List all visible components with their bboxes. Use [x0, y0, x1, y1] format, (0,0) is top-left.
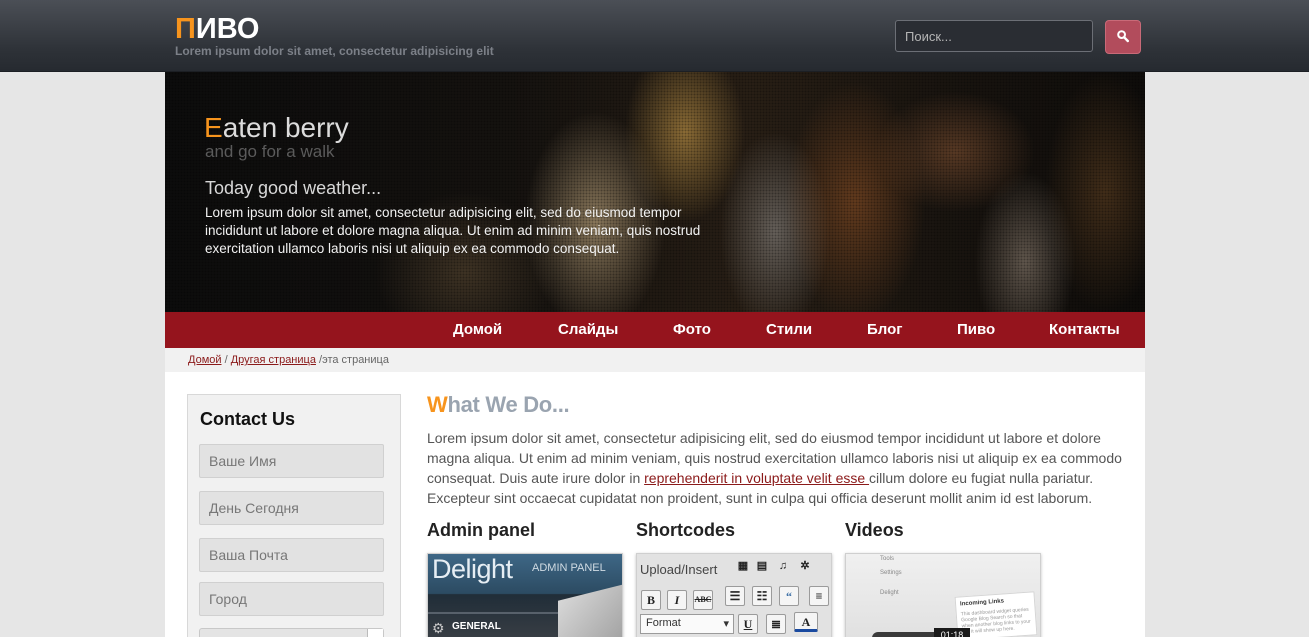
hero-banner: Eaten berry and go for a walk Today good… — [165, 72, 1145, 312]
text-color-icon: A — [794, 612, 818, 632]
chevron-down-icon: ▾ — [723, 618, 729, 630]
feature-title[interactable]: Videos — [845, 520, 1041, 546]
feature-shortcodes: Shortcodes Upload/Insert ▦ ▤ ♫ ✲ B I ABC… — [636, 520, 832, 637]
contact-title: Contact Us — [200, 409, 296, 429]
hero-text: Lorem ipsum dolor sit amet, consectetur … — [205, 205, 701, 256]
section-title: What We Do... — [427, 392, 570, 418]
thumb-widget-title: Incoming Links — [959, 598, 1005, 608]
numbered-list-icon: ☷ — [752, 586, 772, 606]
main-nav: Домой Слайды Фото Стили Блог Пиво Контак… — [165, 312, 1145, 348]
nav-item-home[interactable]: Домой — [453, 321, 502, 338]
breadcrumb-home-link[interactable]: Домой — [188, 354, 222, 366]
format-select: Format ▾ — [640, 614, 734, 634]
admin-panel-thumbnail[interactable]: Delight ADMIN PANEL ⚙ GENERAL — [427, 553, 623, 637]
quote-icon: “ — [779, 586, 799, 606]
nav-item-styles[interactable]: Стили — [766, 321, 812, 338]
strikethrough-icon: ABC — [693, 590, 713, 610]
hero-title-rest: aten berry — [222, 112, 349, 143]
feature-title[interactable]: Admin panel — [427, 520, 623, 546]
breadcrumb-current: эта страница — [322, 354, 389, 366]
section-text: Lorem ipsum dolor sit amet, consectetur … — [427, 428, 1139, 508]
breadcrumb: Домой / Другая страница /эта страница — [165, 348, 1145, 372]
video-timestamp: 01:18 — [934, 628, 970, 637]
contact-form: Contact Us — [187, 394, 401, 637]
feature-title[interactable]: Shortcodes — [636, 520, 832, 546]
thumb-label: ADMIN PANEL — [532, 562, 606, 574]
feature-videos: Videos Tools Settings Delight Incoming L… — [845, 520, 1041, 637]
page-container: Eaten berry and go for a walk Today good… — [165, 72, 1145, 637]
feature-admin-panel: Admin panel Delight ADMIN PANEL ⚙ GENERA… — [427, 520, 623, 637]
site-logo[interactable]: ПИВО — [175, 13, 259, 45]
videos-thumbnail[interactable]: Tools Settings Delight Incoming Links Th… — [845, 553, 1041, 637]
nav-item-slides[interactable]: Слайды — [558, 321, 618, 338]
section-title-rest: hat We Do... — [447, 392, 570, 417]
name-field[interactable] — [199, 444, 384, 478]
thumb-brand: Delight — [432, 554, 513, 584]
search-icon — [1117, 30, 1129, 43]
hero-subtitle: and go for a walk — [205, 142, 335, 161]
justify-icon: ≣ — [766, 614, 786, 634]
logo-first-letter: П — [175, 13, 196, 45]
video-progress-bar — [872, 632, 942, 637]
logo-rest: ИВО — [195, 13, 260, 45]
nav-item-blog[interactable]: Блог — [867, 321, 903, 338]
site-tagline: Lorem ipsum dolor sit amet, consectetur … — [175, 44, 494, 58]
city-field[interactable] — [199, 582, 384, 616]
bullet-list-icon: ☰ — [725, 586, 745, 606]
align-left-icon: ≡ — [809, 586, 829, 606]
textarea-scrollbar[interactable] — [367, 629, 383, 637]
section-title-first-letter: W — [427, 392, 448, 417]
top-header-bar: ПИВО Lorem ipsum dolor sit amet, consect… — [0, 0, 1309, 72]
email-field[interactable] — [199, 538, 384, 572]
format-select-label: Format — [646, 617, 681, 629]
image-icon: ▦ — [737, 560, 749, 572]
bold-icon: B — [641, 590, 661, 610]
nav-item-contacts[interactable]: Контакты — [1049, 321, 1120, 338]
underline-icon: U — [738, 614, 758, 634]
hero-title-first-letter: E — [204, 112, 223, 143]
thumb-decoration — [558, 583, 622, 637]
nav-item-photo[interactable]: Фото — [673, 321, 711, 338]
gear-icon: ⚙ — [432, 620, 445, 636]
thumb-upload-label: Upload/Insert — [640, 562, 718, 577]
search-input[interactable] — [895, 20, 1093, 52]
search-button[interactable] — [1105, 20, 1141, 54]
hero-heading: Today good weather... — [205, 178, 382, 198]
nav-item-beer[interactable]: Пиво — [957, 321, 995, 338]
media-icon: ✲ — [800, 560, 810, 572]
thumb-general-label: GENERAL — [452, 621, 501, 632]
breadcrumb-separator: / — [221, 354, 231, 366]
date-field[interactable] — [199, 491, 384, 525]
breadcrumb-other-link[interactable]: Другая страница — [231, 354, 316, 366]
thumb-delight-label: Delight — [880, 590, 899, 596]
thumb-tools-label: Tools — [880, 556, 895, 562]
message-textarea[interactable] — [199, 628, 384, 637]
video-icon: ▤ — [756, 560, 768, 572]
italic-icon: I — [667, 590, 687, 610]
thumb-settings-label: Settings — [880, 570, 902, 576]
music-icon: ♫ — [778, 560, 788, 572]
shortcodes-thumbnail[interactable]: Upload/Insert ▦ ▤ ♫ ✲ B I ABC ☰ ☷ “ ≡ Fo… — [636, 553, 832, 637]
thumb-widget-text: This dashboard widget queries Google Blo… — [960, 606, 1031, 636]
hero-title: Eaten berry — [204, 112, 349, 144]
section-text-link[interactable]: reprehenderit in voluptate velit esse — [644, 470, 869, 486]
